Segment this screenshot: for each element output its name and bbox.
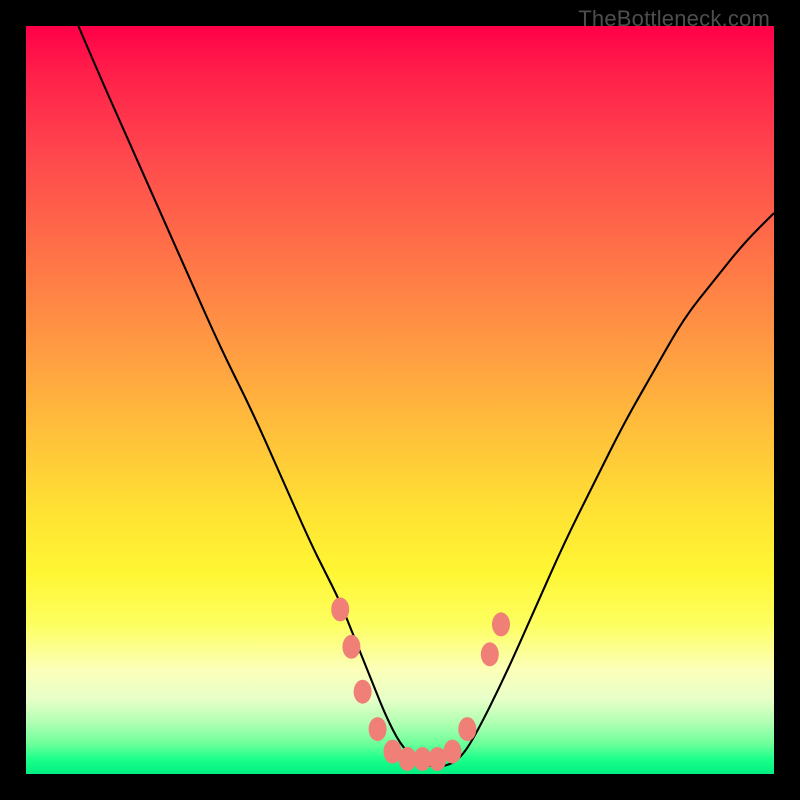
curve-marker [492, 612, 510, 636]
curve-svg [26, 26, 774, 774]
curve-marker [354, 680, 372, 704]
curve-marker [369, 717, 387, 741]
marker-group [331, 597, 510, 771]
curve-marker [331, 597, 349, 621]
curve-marker [342, 635, 360, 659]
curve-marker [458, 717, 476, 741]
plot-area [26, 26, 774, 774]
curve-marker [443, 740, 461, 764]
credit-label: TheBottleneck.com [578, 6, 770, 32]
curve-marker [481, 642, 499, 666]
bottleneck-curve [78, 26, 774, 767]
chart-frame: TheBottleneck.com [0, 0, 800, 800]
